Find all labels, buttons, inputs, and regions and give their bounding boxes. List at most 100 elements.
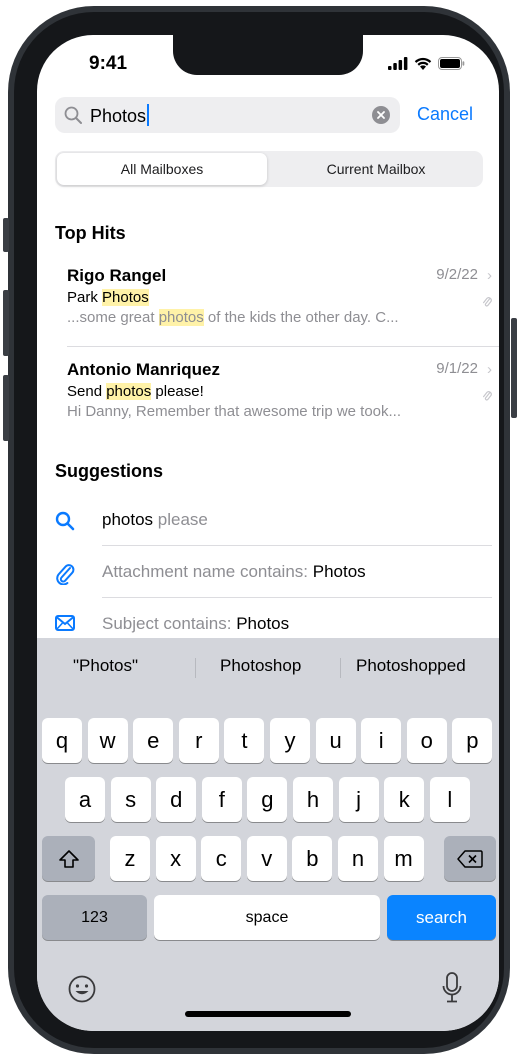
chevron-right-icon: › (487, 267, 492, 284)
wifi-icon (414, 57, 432, 70)
envelope-icon (55, 615, 75, 631)
message-date: 9/2/22 (436, 266, 478, 283)
prediction-divider (195, 658, 196, 678)
message-row[interactable]: Rigo Rangel 9/2/22 › Park Photos ...some… (67, 266, 492, 326)
message-subject: Park Photos (67, 289, 492, 306)
scope-current-mailbox[interactable]: Current Mailbox (271, 153, 481, 185)
key-w[interactable]: w (87, 718, 128, 763)
message-preview: ...some great photos of the kids the oth… (67, 309, 492, 326)
subject-match-highlight: Photos (102, 289, 149, 306)
key-z[interactable]: z (110, 836, 150, 881)
keyboard: "Photos" Photoshop Photoshopped qwertyui… (37, 638, 499, 1031)
search-input[interactable]: Photos (55, 97, 400, 133)
key-m[interactable]: m (383, 836, 424, 881)
status-time: 9:41 (89, 53, 128, 74)
key-p[interactable]: p (452, 718, 493, 763)
suggestions-heading: Suggestions (55, 461, 164, 481)
key-i[interactable]: i (361, 718, 402, 763)
chevron-right-icon: › (487, 361, 492, 378)
key-x[interactable]: x (155, 836, 196, 881)
suggestion-match: Photos (312, 562, 366, 581)
key-g[interactable]: g (247, 777, 288, 822)
suggestion-item[interactable]: photos please (55, 507, 485, 535)
suggestion-prefix: Subject contains: (102, 614, 237, 633)
microphone-icon[interactable] (442, 972, 462, 1004)
suggestion-prefix: Attachment name contains: (102, 562, 313, 581)
subject-text: Send (67, 383, 107, 400)
suggestion-match: Photos (236, 614, 290, 633)
home-indicator[interactable] (185, 1011, 351, 1017)
notch (173, 35, 363, 75)
key-c[interactable]: c (201, 836, 242, 881)
preview-text: ...some great (67, 309, 159, 326)
search-row: Photos Cancel (55, 97, 485, 133)
key-n[interactable]: n (338, 836, 378, 881)
suggestion-item[interactable]: Attachment name contains: Photos (55, 559, 485, 587)
message-row[interactable]: Antonio Manriquez 9/1/22 › Send photos p… (67, 360, 492, 420)
cellular-signal-icon (388, 56, 408, 70)
prediction-divider (340, 658, 341, 678)
paperclip-icon (56, 564, 75, 585)
clear-icon (377, 111, 385, 119)
suggestion-text: Attachment name contains: Photos (102, 562, 366, 582)
key-e[interactable]: e (133, 718, 174, 763)
row-divider (102, 545, 492, 546)
text-cursor (147, 104, 150, 126)
top-hits-heading: Top Hits (55, 223, 126, 243)
screen: 9:41 Photos Cancel All Mailboxes Current… (37, 35, 499, 1031)
delete-key[interactable] (444, 836, 496, 881)
key-s[interactable]: s (110, 777, 151, 822)
battery-icon (438, 56, 465, 70)
key-f[interactable]: f (201, 777, 242, 822)
search-query: Photos (90, 106, 147, 126)
prediction-3[interactable]: Photoshopped (356, 656, 466, 676)
cancel-button[interactable]: Cancel (417, 104, 473, 125)
attachment-icon (483, 297, 492, 307)
key-q[interactable]: q (42, 718, 82, 763)
subject-match-highlight: photos (106, 383, 152, 400)
key-k[interactable]: k (384, 777, 425, 822)
mailbox-scope-control: All Mailboxes Current Mailbox (55, 151, 483, 187)
key-r[interactable]: r (178, 718, 219, 763)
shift-key[interactable] (42, 836, 95, 881)
key-u[interactable]: u (315, 718, 356, 763)
scope-all-mailboxes[interactable]: All Mailboxes (57, 153, 267, 185)
volume-up-button (3, 290, 9, 356)
numbers-key[interactable]: 123 (42, 895, 147, 940)
preview-text: Hi Danny, Remember that awesome trip we … (67, 403, 402, 420)
message-date: 9/1/22 (436, 360, 478, 377)
suggestion-match: photos (102, 510, 154, 529)
key-a[interactable]: a (65, 777, 105, 822)
volume-down-button (3, 375, 9, 441)
subject-text-rest: please! (151, 383, 204, 400)
row-divider (102, 597, 492, 598)
key-y[interactable]: y (270, 718, 310, 763)
suggestion-item[interactable]: Subject contains: Photos (55, 611, 485, 639)
message-sender: Antonio Manriquez (67, 360, 220, 379)
key-o[interactable]: o (406, 718, 447, 763)
key-d[interactable]: d (156, 777, 197, 822)
delete-icon (457, 849, 483, 868)
suggestion-text: photos please (102, 510, 208, 530)
preview-text-rest: of the kids the other day. C... (203, 309, 399, 326)
key-j[interactable]: j (338, 777, 379, 822)
subject-text: Park (67, 289, 103, 306)
clear-text-button[interactable] (372, 106, 390, 124)
prediction-1[interactable]: "Photos" (73, 656, 138, 676)
emoji-icon[interactable] (67, 974, 97, 1004)
key-l[interactable]: l (429, 777, 470, 822)
preview-match-highlight: photos (158, 309, 204, 326)
space-key[interactable]: space (154, 895, 380, 940)
key-b[interactable]: b (292, 836, 333, 881)
prediction-2[interactable]: Photoshop (220, 656, 301, 676)
suggestion-text: Subject contains: Photos (102, 614, 289, 634)
attachment-icon (483, 391, 492, 401)
suggestion-completion: please (153, 510, 208, 529)
message-sender: Rigo Rangel (67, 266, 167, 285)
key-h[interactable]: h (293, 777, 333, 822)
key-t[interactable]: t (224, 718, 265, 763)
power-button (511, 318, 517, 418)
shift-icon (58, 849, 79, 868)
search-key[interactable]: search (387, 895, 496, 940)
key-v[interactable]: v (246, 836, 287, 881)
